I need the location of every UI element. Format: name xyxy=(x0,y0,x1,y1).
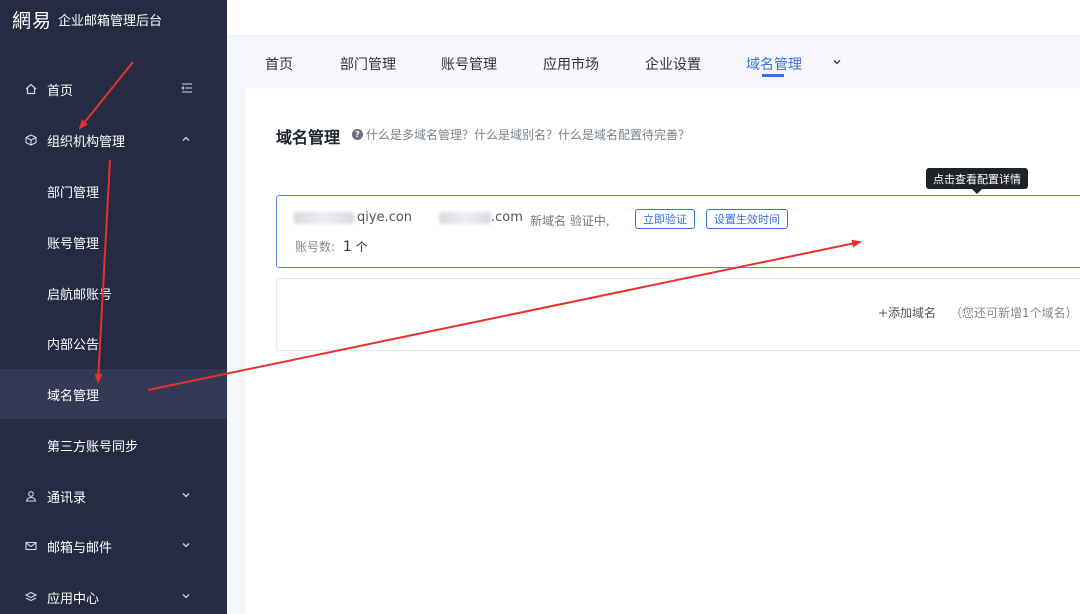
tab-home[interactable]: 首页 xyxy=(265,54,293,74)
help-text[interactable]: 什么是多域名管理？什么是域别名？什么是域名配置待完善？ xyxy=(366,126,690,143)
sidebar-item-app-center[interactable]: 应用中心 xyxy=(0,572,227,614)
chevron-up-icon xyxy=(181,134,191,147)
sidebar-item-accounts[interactable]: 账号管理 xyxy=(0,217,227,267)
domain-suffix: .com xyxy=(491,210,523,225)
tab-bar: 首页 部门管理 账号管理 应用市场 企业设置 域名管理 xyxy=(227,36,1080,88)
account-count-unit: 个 xyxy=(355,240,368,254)
sidebar-item-label: 部门管理 xyxy=(47,185,100,201)
add-domain-panel: +添加域名 （您还可新增1个域名） xyxy=(276,278,1080,351)
sidebar-item-third-party-sync[interactable]: 第三方账号同步 xyxy=(0,420,227,470)
account-count: 账号数: 1 个 xyxy=(295,238,368,255)
sidebar-item-domains[interactable]: 域名管理 xyxy=(0,369,227,419)
chevron-down-icon xyxy=(181,540,191,553)
contacts-icon xyxy=(24,489,38,503)
tab-domains[interactable]: 域名管理 xyxy=(746,54,802,74)
sidebar-item-label: 域名管理 xyxy=(47,388,100,404)
tab-departments[interactable]: 部门管理 xyxy=(340,54,396,74)
more-tabs-chevron-icon[interactable] xyxy=(832,55,842,71)
redacted-text xyxy=(294,212,354,224)
cube-icon xyxy=(24,133,38,147)
sidebar-item-organization[interactable]: 组织机构管理 xyxy=(0,115,227,165)
sidebar-item-contacts[interactable]: 通讯录 xyxy=(0,471,227,521)
question-icon: ? xyxy=(352,129,363,140)
sidebar-item-label: 应用中心 xyxy=(47,591,100,607)
home-icon xyxy=(24,82,38,96)
sidebar-item-departments[interactable]: 部门管理 xyxy=(0,166,227,216)
redacted-text xyxy=(439,212,491,224)
sidebar-item-qihang-accounts[interactable]: 启航邮账号 xyxy=(0,268,227,318)
sidebar-item-label: 组织机构管理 xyxy=(47,134,126,150)
sidebar-item-label: 邮箱与邮件 xyxy=(47,540,113,556)
set-effective-time-button[interactable]: 设置生效时间 xyxy=(706,209,788,229)
brand: 網易 企业邮箱管理后台 xyxy=(12,6,162,32)
sidebar-item-label: 内部公告 xyxy=(47,337,100,353)
domain-status: 新域名 验证中, xyxy=(530,214,610,228)
netease-logo: 網易 xyxy=(12,9,53,32)
sidebar-item-label: 首页 xyxy=(47,83,74,99)
sidebar-item-label: 账号管理 xyxy=(47,236,100,252)
account-count-value: 1 xyxy=(342,239,352,255)
page-title: 域名管理 xyxy=(276,128,341,147)
domain-card[interactable]: qiye.con .com 新域名 验证中, 立即验证 设置生效时间 账号数: … xyxy=(276,195,1080,268)
add-domain-hint: （您还可新增1个域名） xyxy=(950,306,1078,320)
tab-enterprise-settings[interactable]: 企业设置 xyxy=(645,54,701,74)
collapse-menu-icon[interactable] xyxy=(181,82,193,97)
config-details-tooltip: 点击查看配置详情 xyxy=(926,168,1028,194)
domain-name-part: qiye.con xyxy=(357,210,413,225)
account-count-label: 账号数: xyxy=(295,240,336,254)
sidebar-item-mailbox[interactable]: 邮箱与邮件 xyxy=(0,521,227,571)
active-tab-indicator xyxy=(762,74,784,77)
sidebar-item-label: 第三方账号同步 xyxy=(47,439,139,455)
app-center-icon xyxy=(24,590,38,604)
add-domain-link[interactable]: +添加域名 xyxy=(878,304,936,321)
verify-now-button[interactable]: 立即验证 xyxy=(635,209,695,229)
sidebar-item-label: 启航邮账号 xyxy=(47,287,113,303)
sidebar-item-announcements[interactable]: 内部公告 xyxy=(0,318,227,368)
sidebar-item-home[interactable]: 首页 xyxy=(0,64,227,114)
chevron-down-icon xyxy=(181,490,191,503)
tab-app-market[interactable]: 应用市场 xyxy=(543,54,599,74)
tab-accounts[interactable]: 账号管理 xyxy=(441,54,497,74)
brand-title: 企业邮箱管理后台 xyxy=(58,13,163,29)
sidebar-item-label: 通讯录 xyxy=(47,490,87,506)
sidebar: 網易 企业邮箱管理后台 首页 组织机构管理 部门管理 账号管理 启航邮账号 内部… xyxy=(0,0,227,614)
top-bar xyxy=(227,0,1080,36)
main-content: 域名管理 ? 什么是多域名管理？什么是域别名？什么是域名配置待完善？ 点击查看配… xyxy=(245,88,1080,614)
chevron-down-icon xyxy=(181,591,191,604)
mail-icon xyxy=(24,539,38,553)
help-links[interactable]: ? 什么是多域名管理？什么是域别名？什么是域名配置待完善？ xyxy=(352,126,690,143)
